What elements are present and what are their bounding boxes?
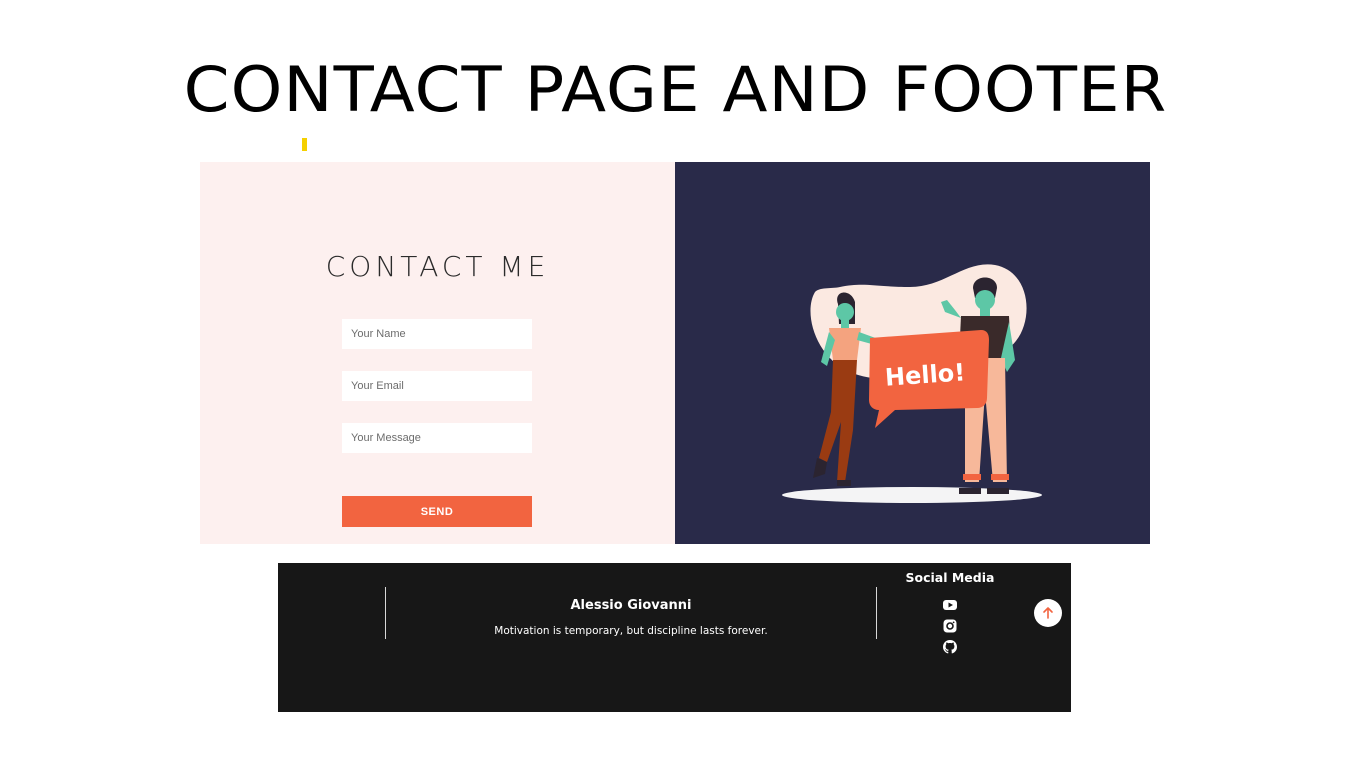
email-field[interactable]	[342, 371, 532, 401]
slide-title: CONTACT PAGE AND FOOTER	[183, 53, 1168, 126]
illustration-panel: Hello!	[675, 162, 1150, 544]
hello-illustration: Hello!	[782, 264, 1042, 503]
footer-motto: Motivation is temporary, but discipline …	[494, 625, 768, 637]
instagram-icon[interactable]	[942, 618, 958, 634]
footer-screenshot: Alessio Giovanni Motivation is temporary…	[278, 563, 1071, 712]
hello-text: Hello!	[884, 358, 966, 392]
accent-mark	[302, 138, 307, 151]
social-media-heading: Social Media	[905, 570, 995, 585]
contact-heading: CONTACT ME	[325, 250, 550, 283]
scroll-to-top-button[interactable]	[1034, 599, 1062, 627]
message-field[interactable]	[342, 423, 532, 453]
footer-author-name: Alessio Giovanni	[570, 598, 692, 613]
contact-screenshot: CONTACT ME SEND	[200, 162, 1150, 544]
contact-form-panel: CONTACT ME SEND	[200, 162, 675, 544]
send-button[interactable]: SEND	[342, 496, 532, 527]
youtube-icon[interactable]	[942, 597, 958, 613]
arrow-up-icon	[1043, 607, 1053, 619]
name-field[interactable]	[342, 319, 532, 349]
github-icon[interactable]	[942, 639, 958, 655]
